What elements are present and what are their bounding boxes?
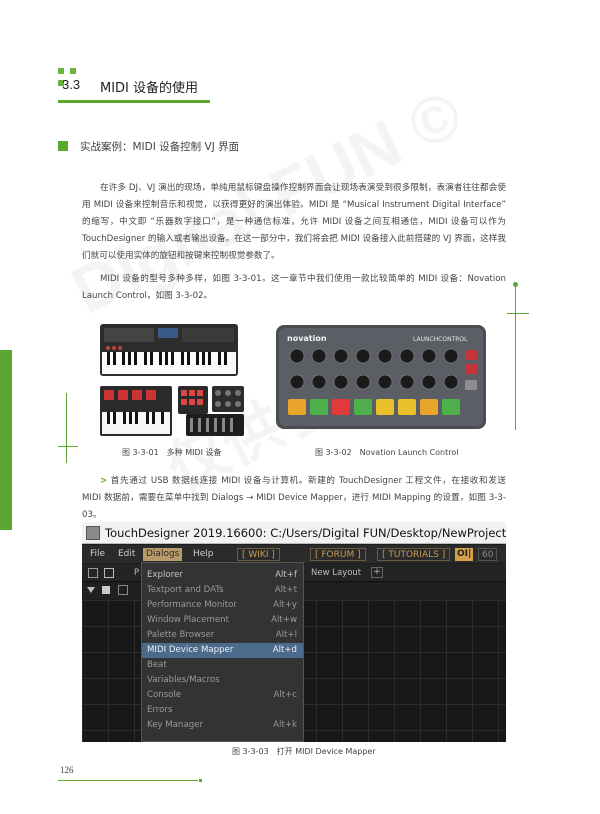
footer-dot: [199, 779, 202, 782]
left-decor-line: [66, 393, 67, 463]
td-logo-icon: [86, 526, 100, 540]
td-oi-indicator[interactable]: OI|: [455, 548, 474, 561]
td-menu-item-performance[interactable]: Performance Monitor Alt+y: [142, 598, 303, 613]
td-menu-item-explorer[interactable]: Explorer Alt+f: [142, 568, 303, 583]
td-wiki-link[interactable]: [ WIKI ]: [237, 548, 280, 561]
td-network-icon[interactable]: [104, 568, 114, 578]
footer-rule: [58, 780, 198, 781]
paragraph-intro: 在许多 DJ、VJ 演出的现场，单纯用鼠标键盘操作控制界面会让现场表演受到很多限…: [82, 183, 506, 261]
td-toolbar-p[interactable]: P: [134, 568, 139, 578]
left-edge-bar: [0, 350, 12, 530]
right-decor-hline: [507, 313, 529, 314]
midi-devices-photo: [100, 324, 244, 436]
td-dropdown-icon[interactable]: [87, 587, 95, 593]
left-decor-hline: [58, 446, 78, 447]
launch-control-photo: novation LAUNCHCONTROL: [276, 325, 486, 429]
td-image-icon[interactable]: [88, 568, 98, 578]
right-decor-line: [515, 285, 516, 430]
page-number: 126: [60, 765, 74, 775]
td-stop-icon[interactable]: [102, 586, 110, 594]
section-title: MIDI 设备的使用: [100, 81, 199, 96]
td-title-bar: TouchDesigner 2019.16600: C:/Users/Digit…: [82, 522, 506, 544]
td-menu-help[interactable]: Help: [193, 549, 214, 559]
paragraph-steps: > 首先通过 USB 数据线连接 MIDI 设备与计算机。新建的 TouchDes…: [82, 473, 506, 524]
case-title: 实战案例：MIDI 设备控制 VJ 界面: [80, 141, 240, 153]
td-new-layout-tab[interactable]: New Layout: [311, 568, 361, 578]
case-marker-icon: [58, 141, 68, 151]
td-menu-file[interactable]: File: [90, 549, 105, 559]
td-menu-item-errors[interactable]: Errors: [142, 703, 303, 718]
step-arrow-icon: >: [100, 476, 108, 486]
section-number: 3.3: [62, 77, 81, 92]
td-menu-edit[interactable]: Edit: [118, 549, 135, 559]
td-menu-item-key-manager[interactable]: Key Manager Alt+k: [142, 718, 303, 733]
section-rule: [58, 100, 210, 103]
right-decor-dot: [513, 282, 518, 287]
td-add-layout-button[interactable]: +: [371, 567, 383, 578]
td-menu-item-window-placement[interactable]: Window Placement Alt+w: [142, 613, 303, 628]
td-menu-item-beat[interactable]: Beat: [142, 658, 303, 673]
paragraph-devices: MIDI 设备的型号多种多样，如图 3-3-01。这一章节中我们使用一款比较简单…: [82, 274, 506, 301]
td-menu-item-variables[interactable]: Variables/Macros: [142, 673, 303, 688]
td-dialogs-dropdown: Explorer Alt+f Textport and DATs Alt+t Per…: [141, 562, 304, 742]
td-forum-link[interactable]: [ FORUM ]: [310, 548, 366, 561]
td-fps-indicator: 60: [478, 548, 498, 561]
figure-caption-3: 图 3-3-03 打开 MIDI Device Mapper: [232, 747, 376, 756]
td-menu-dialogs[interactable]: Dialogs: [143, 548, 183, 561]
paragraph-steps-text: 首先通过 USB 数据线连接 MIDI 设备与计算机。新建的 TouchDesi…: [82, 476, 506, 520]
td-window-title: TouchDesigner 2019.16600: C:/Users/Digit…: [105, 526, 506, 540]
td-menu-item-midi-mapper[interactable]: MIDI Device Mapper Alt+d: [142, 643, 303, 658]
td-menu-item-palette[interactable]: Palette Browser Alt+l: [142, 628, 303, 643]
figure-caption-2: 图 3-3-02 Novation Launch Control: [315, 448, 459, 457]
td-tutorials-link[interactable]: [ TUTORIALS ]: [377, 548, 451, 561]
launch-model-text: LAUNCHCONTROL: [413, 336, 468, 343]
launch-brand-text: novation: [287, 334, 327, 343]
td-menu-item-console[interactable]: Console Alt+c: [142, 688, 303, 703]
touchdesigner-window: TouchDesigner 2019.16600: C:/Users/Digit…: [82, 522, 506, 742]
td-menu-item-textport[interactable]: Textport and DATs Alt+t: [142, 583, 303, 598]
td-back-icon[interactable]: [118, 585, 128, 595]
figure-caption-1: 图 3-3-01 多种 MIDI 设备: [122, 448, 222, 457]
